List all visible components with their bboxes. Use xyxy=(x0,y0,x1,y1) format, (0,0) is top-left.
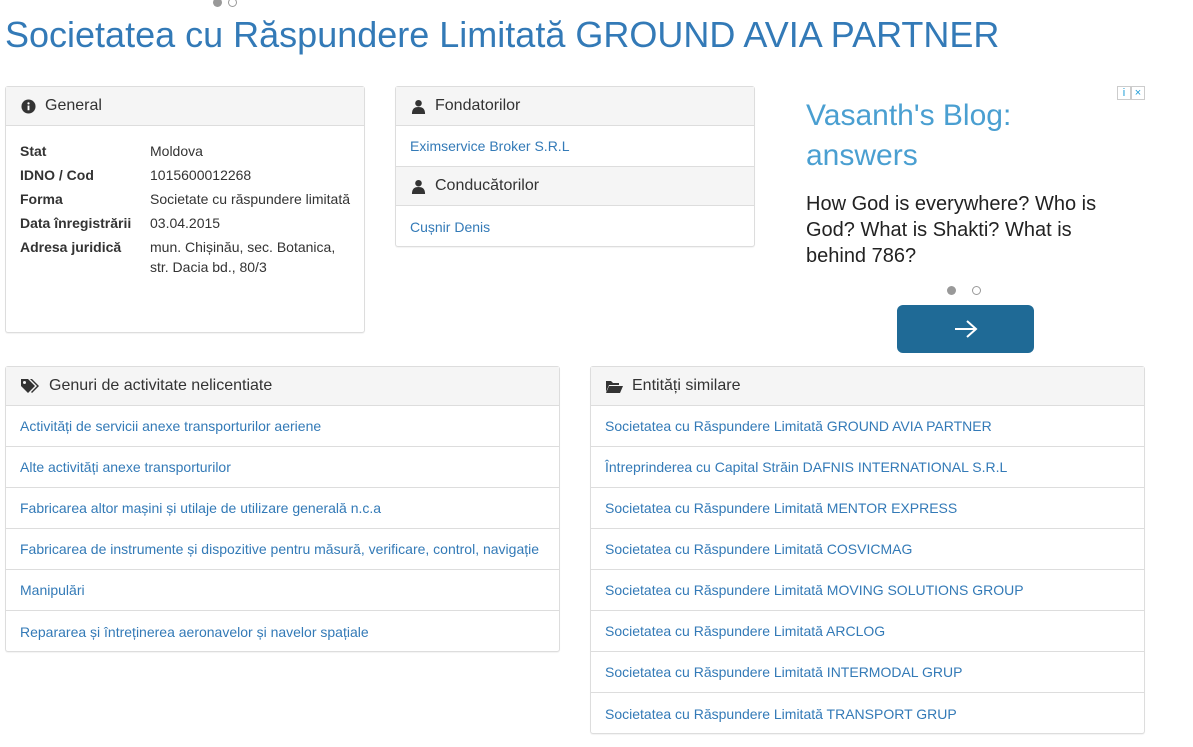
user-icon xyxy=(410,98,426,114)
detail-value: Moldova xyxy=(150,143,203,159)
detail-label: Adresa juridică xyxy=(20,239,122,255)
info-icon xyxy=(20,98,36,114)
detail-row-forma: Forma Societate cu răspundere limitată xyxy=(20,189,350,209)
activity-link[interactable]: Manipulări xyxy=(6,570,559,611)
activities-heading: Genuri de activitate nelicentiate xyxy=(6,367,559,406)
adchoices[interactable]: i × xyxy=(1117,86,1145,100)
arrow-right-icon xyxy=(954,320,978,338)
ad-carousel-dots xyxy=(947,282,997,300)
activities-panel: Genuri de activitate nelicentiate Activi… xyxy=(5,366,560,652)
detail-row-registration-date: Data înregistrării 03.04.2015 xyxy=(20,213,350,233)
adchoices-close-icon[interactable]: × xyxy=(1131,86,1145,100)
carousel-dots-top xyxy=(213,0,243,12)
similar-entity-link[interactable]: Întreprinderea cu Capital Străin DAFNIS … xyxy=(591,447,1144,488)
adchoices-info-icon[interactable]: i xyxy=(1117,86,1131,100)
similar-heading-label: Entități similare xyxy=(632,377,741,394)
detail-row-idno: IDNO / Cod 1015600012268 xyxy=(20,165,350,185)
activity-link[interactable]: Activități de servicii anexe transportur… xyxy=(6,406,559,447)
carousel-dot-active[interactable] xyxy=(213,0,222,7)
carousel-dot[interactable] xyxy=(228,0,237,7)
similar-entity-link[interactable]: Societatea cu Răspundere Limitată MENTOR… xyxy=(591,488,1144,529)
founders-heading: Fondatorilor xyxy=(396,87,754,126)
activities-heading-label: Genuri de activitate nelicentiate xyxy=(49,377,273,394)
manager-link[interactable]: Cușnir Denis xyxy=(396,206,754,247)
activity-link[interactable]: Alte activități anexe transporturilor xyxy=(6,447,559,488)
managers-heading-label: Conducătorilor xyxy=(435,177,540,194)
founder-link[interactable]: Eximservice Broker S.R.L xyxy=(396,126,754,167)
managers-heading: Conducătorilor xyxy=(396,167,754,206)
activity-link[interactable]: Fabricarea de instrumente și dispozitive… xyxy=(6,529,559,570)
activity-link[interactable]: Fabricarea altor mașini și utilaje de ut… xyxy=(6,488,559,529)
detail-row-address: Adresa juridică mun. Chișinău, sec. Bota… xyxy=(20,237,350,277)
general-details: Stat Moldova IDNO / Cod 1015600012268 Fo… xyxy=(6,126,364,277)
founders-heading-label: Fondatorilor xyxy=(435,97,521,114)
tags-icon xyxy=(20,378,40,394)
ad-next-button[interactable] xyxy=(897,305,1034,353)
detail-label: Stat xyxy=(20,143,47,159)
general-heading-label: General xyxy=(45,97,102,114)
similar-entity-link[interactable]: Societatea cu Răspundere Limitată MOVING… xyxy=(591,570,1144,611)
ad-dot-active[interactable] xyxy=(947,286,956,295)
people-panel: Fondatorilor Eximservice Broker S.R.L Co… xyxy=(395,86,755,247)
activity-link[interactable]: Repararea și întreținerea aeronavelor și… xyxy=(6,611,559,652)
similar-heading: Entități similare xyxy=(591,367,1144,406)
detail-label: Data înregistrării xyxy=(20,215,132,231)
general-panel: General Stat Moldova IDNO / Cod 10156000… xyxy=(5,86,365,333)
detail-value: 03.04.2015 xyxy=(150,215,221,231)
detail-row-stat: Stat Moldova xyxy=(20,141,350,161)
detail-value: Societate cu răspundere limitată xyxy=(150,191,350,207)
similar-entities-panel: Entități similare Societatea cu Răspunde… xyxy=(590,366,1145,734)
similar-entity-link[interactable]: Societatea cu Răspundere Limitată ARCLOG xyxy=(591,611,1144,652)
detail-value: 1015600012268 xyxy=(150,167,252,183)
detail-value: mun. Chișinău, sec. Botanica, str. Dacia… xyxy=(150,239,336,275)
ad-headline[interactable]: Vasanth's Blog: answers xyxy=(806,96,1066,176)
detail-label: Forma xyxy=(20,191,63,207)
ad-banner[interactable]: i × Vasanth's Blog: answers How God is e… xyxy=(790,86,1146,361)
detail-label: IDNO / Cod xyxy=(20,167,94,183)
similar-entity-link[interactable]: Societatea cu Răspundere Limitată TRANSP… xyxy=(591,693,1144,734)
ad-dot[interactable] xyxy=(972,286,981,295)
page-title: Societatea cu Răspundere Limitată GROUND… xyxy=(5,14,1000,55)
similar-entity-link[interactable]: Societatea cu Răspundere Limitată INTERM… xyxy=(591,652,1144,693)
folder-open-icon xyxy=(605,378,623,394)
general-panel-heading: General xyxy=(6,87,364,126)
similar-entity-link[interactable]: Societatea cu Răspundere Limitată GROUND… xyxy=(591,406,1144,447)
user-icon xyxy=(410,178,426,194)
similar-entity-link[interactable]: Societatea cu Răspundere Limitată COSVIC… xyxy=(591,529,1144,570)
ad-text: How God is everywhere? Who is God? What … xyxy=(806,193,1097,267)
